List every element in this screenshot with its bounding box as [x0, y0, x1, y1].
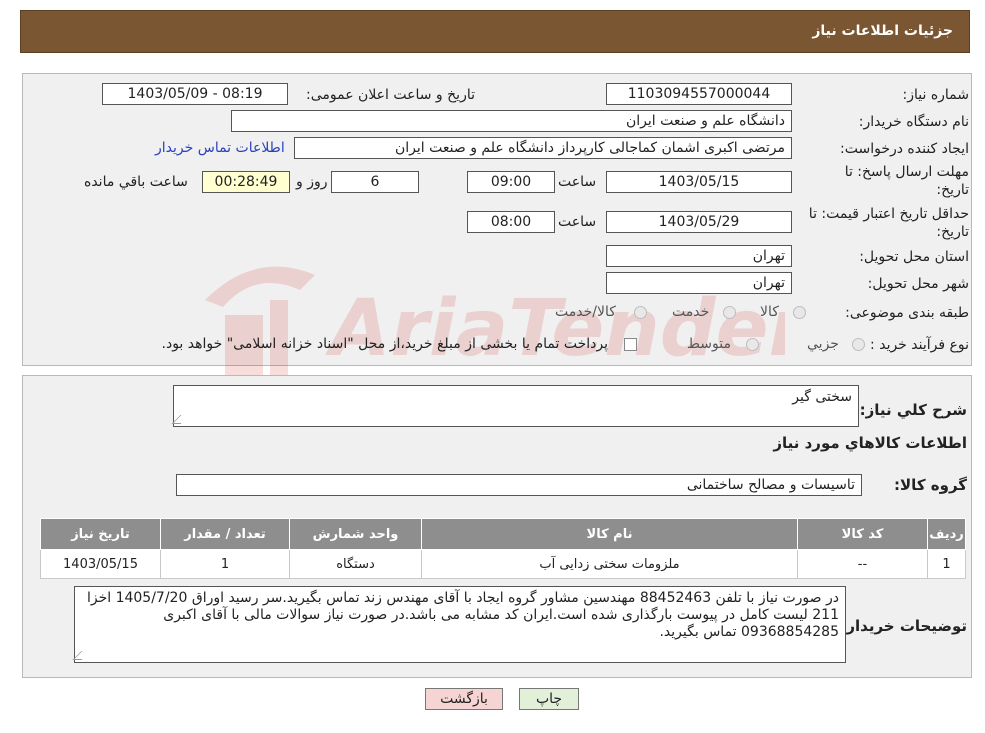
deadline-label-2: تاریخ:	[936, 182, 969, 198]
announce-label: تاریخ و ساعت اعلان عمومی:	[306, 87, 475, 103]
process-minor-label: جزيي	[807, 336, 839, 352]
watermark-text: AriaTender.neT	[324, 284, 785, 374]
notes-label: توضیحات خریدار:	[840, 617, 967, 635]
cell-unit: دستگاه	[289, 549, 422, 579]
creator-label: ایجاد کننده درخواست:	[840, 141, 969, 157]
process-medium-radio[interactable]	[746, 338, 759, 351]
resize-handle-icon[interactable]	[72, 651, 91, 660]
city-field: تهران	[606, 272, 792, 294]
items-table-wrapper: رديف کد کالا نام کالا واحد شمارش تعداد /…	[40, 518, 966, 579]
process-note: پرداخت تمام یا بخشی از مبلغ خرید،از محل …	[161, 336, 608, 352]
remaining-time-field: 00:28:49	[202, 171, 290, 193]
page-title: جزئیات اطلاعات نیاز	[812, 23, 953, 39]
items-title: اطلاعات کالاهاي مورد نياز	[773, 434, 967, 452]
deadline-time-label: ساعت	[558, 174, 597, 190]
col-name: نام کالا	[421, 518, 798, 550]
cell-qty: 1	[160, 549, 290, 579]
validity-label-2: تاریخ:	[936, 224, 969, 240]
print-button[interactable]: چاپ	[519, 688, 579, 710]
back-button[interactable]: بازگشت	[425, 688, 503, 710]
buyer-org-label: نام دستگاه خریدار:	[858, 114, 969, 130]
days-label: روز و	[296, 174, 328, 190]
category-service-label: خدمت	[672, 304, 710, 320]
creator-field: مرتضی اکبری اشمان کماجالی کارپرداز دانشگ…	[294, 137, 792, 159]
deadline-label: مهلت ارسال پاسخ: تا	[844, 164, 969, 180]
province-label: استان محل تحویل:	[859, 249, 969, 265]
category-goods-service-radio[interactable]	[634, 306, 647, 319]
treasury-checkbox[interactable]	[624, 338, 637, 351]
announce-field: 1403/05/09 - 08:19	[102, 83, 288, 105]
process-label: نوع فرآیند خرید :	[870, 337, 969, 353]
col-qty: تعداد / مقدار	[160, 518, 290, 550]
summary-label: شرح کلي نياز:	[859, 401, 967, 419]
remaining-label: ساعت باقي مانده	[84, 174, 188, 190]
deadline-time-field: 09:00	[467, 171, 555, 193]
notes-text: در صورت نیاز با تلفن 88452463 مهندسین مش…	[86, 590, 839, 640]
need-number-label: شماره نیاز:	[902, 87, 970, 103]
buyer-org-field: دانشگاه علم و صنعت ایران	[231, 110, 792, 132]
cell-code: --	[797, 549, 928, 579]
items-table: رديف کد کالا نام کالا واحد شمارش تعداد /…	[40, 518, 966, 579]
validity-time-field: 08:00	[467, 211, 555, 233]
table-row: 1 -- ملزومات سختی زدایی آب دستگاه 1 1403…	[40, 549, 966, 579]
need-number-field: 1103094557000044	[606, 83, 792, 105]
category-goods-service-label: کالا/خدمت	[555, 304, 616, 320]
process-minor-radio[interactable]	[852, 338, 865, 351]
cell-row: 1	[927, 549, 966, 579]
resize-handle-icon[interactable]	[171, 415, 190, 424]
category-goods-label: کالا	[760, 304, 779, 320]
col-date: تاريخ نياز	[40, 518, 161, 550]
validity-label: حداقل تاریخ اعتبار قیمت: تا	[808, 206, 969, 222]
table-header-row: رديف کد کالا نام کالا واحد شمارش تعداد /…	[40, 518, 966, 550]
category-goods-radio[interactable]	[793, 306, 806, 319]
city-label: شهر محل تحویل:	[867, 276, 969, 292]
process-medium-label: متوسط	[687, 336, 731, 352]
province-field: تهران	[606, 245, 792, 267]
col-row: رديف	[927, 518, 966, 550]
validity-time-label: ساعت	[558, 214, 597, 230]
summary-field: سختی گیر	[171, 385, 859, 427]
category-service-radio[interactable]	[723, 306, 736, 319]
group-field: تاسیسات و مصالح ساختمانی	[176, 474, 862, 496]
col-code: کد کالا	[797, 518, 928, 550]
summary-text: سختی گیر	[792, 389, 852, 405]
cell-date: 1403/05/15	[40, 549, 161, 579]
notes-field: در صورت نیاز با تلفن 88452463 مهندسین مش…	[72, 586, 846, 663]
validity-date-field: 1403/05/29	[606, 211, 792, 233]
days-field: 6	[331, 171, 419, 193]
page-header: جزئیات اطلاعات نیاز	[20, 10, 970, 53]
group-label: گروه کالا:	[894, 476, 967, 494]
deadline-date-field: 1403/05/15	[606, 171, 792, 193]
category-label: طبقه بندی موضوعی:	[845, 305, 969, 321]
buyer-contact-link[interactable]: اطلاعات تماس خریدار	[155, 140, 285, 156]
cell-name: ملزومات سختی زدایی آب	[421, 549, 798, 579]
col-unit: واحد شمارش	[289, 518, 422, 550]
